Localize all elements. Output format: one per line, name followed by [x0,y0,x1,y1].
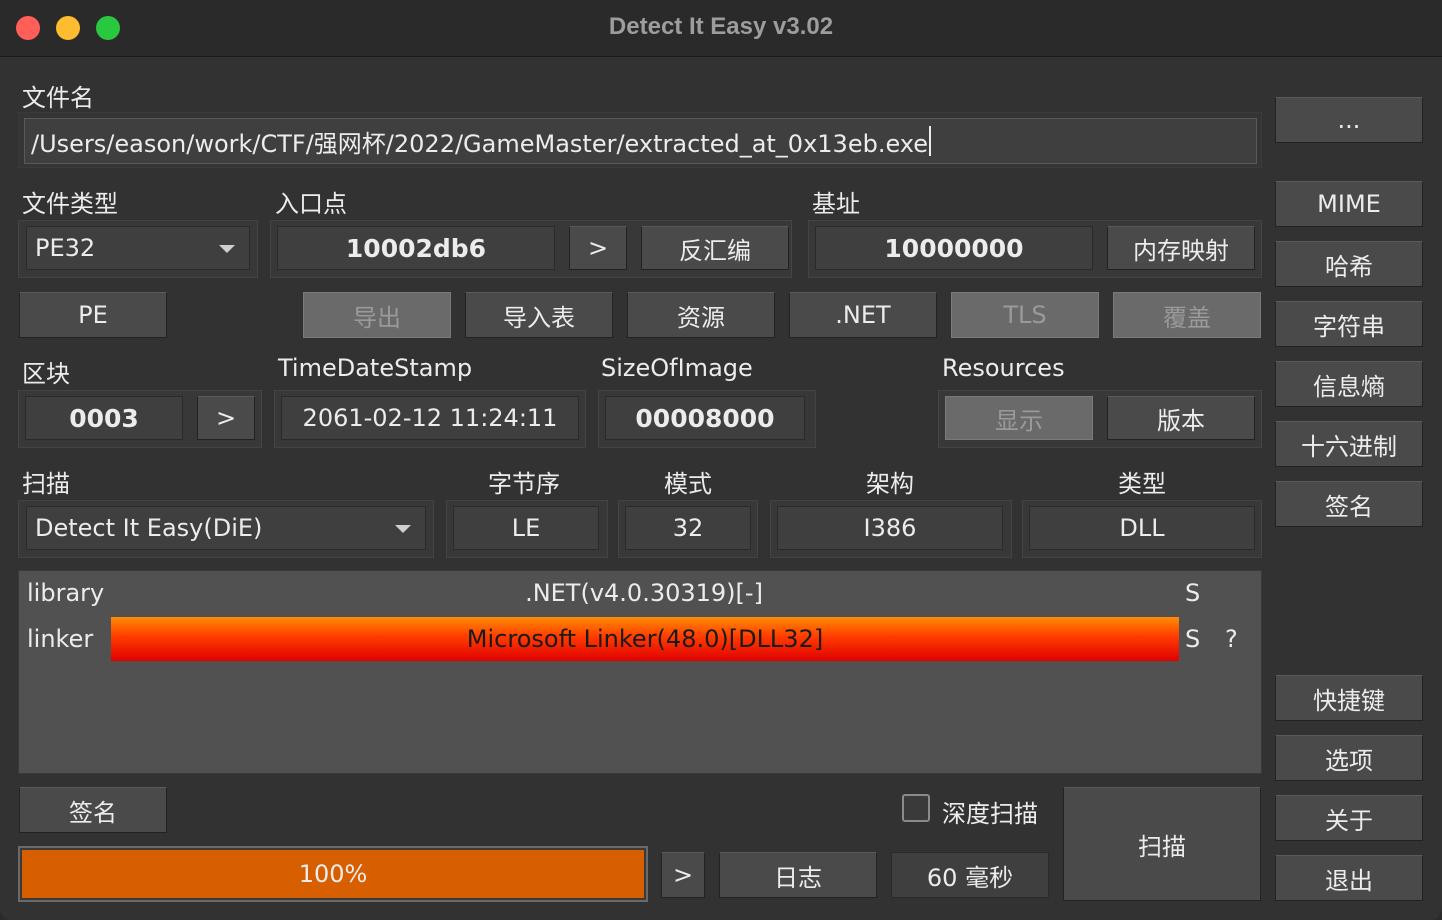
mime-button[interactable]: MIME [1275,181,1423,227]
file-name-label: 文件名 [22,84,94,112]
section-go-button[interactable]: > [197,396,255,440]
export-button[interactable]: 导出 [303,292,451,338]
elapsed-time: 60 毫秒 [891,852,1049,898]
endianness-label: 字节序 [488,470,560,498]
scan-engine-value: Detect It Easy(DiE) [35,514,263,542]
deep-scan-label[interactable]: 深度扫描 [942,794,1038,829]
section-label: 区块 [22,360,70,388]
progress-bar: 100% [18,846,648,902]
text-caret [929,126,932,156]
type-label: 类型 [1118,470,1166,498]
architecture-label: 架构 [866,470,914,498]
file-type-label: 文件类型 [22,190,118,218]
options-button[interactable]: 选项 [1275,735,1423,781]
timedatestamp-value[interactable]: 2061-02-12 11:24:11 [281,396,579,440]
mode-label: 模式 [664,470,712,498]
chevron-down-icon [219,245,235,253]
shortcuts-button[interactable]: 快捷键 [1275,675,1423,721]
title-bar: Detect It Easy v3.02 [0,0,1442,57]
disassemble-button[interactable]: 反汇编 [641,226,789,270]
scan-button[interactable]: 扫描 [1063,787,1261,901]
scan-engine-select[interactable]: Detect It Easy(DiE) [26,506,426,550]
signatures-button[interactable]: 签名 [1275,481,1423,527]
sizeofimage-value[interactable]: 00008000 [605,396,805,440]
timedatestamp-label: TimeDateStamp [278,354,473,382]
chevron-down-icon [395,525,411,533]
entry-point-label: 入口点 [275,190,347,218]
scan-label: 扫描 [22,470,70,498]
mode-value[interactable]: 32 [625,506,751,550]
result-flag[interactable]: S [1185,625,1200,653]
progress-text: 100% [298,860,368,888]
result-name: .NET(v4.0.30319)[-] [525,579,763,607]
endianness-value[interactable]: LE [453,506,599,550]
file-path-text: /Users/eason/work/CTF/强网杯/2022/GameMaste… [31,129,929,158]
architecture-value[interactable]: I386 [777,506,1003,550]
entry-go-button[interactable]: > [569,226,627,270]
result-info-button[interactable]: ? [1225,625,1238,653]
memory-map-button[interactable]: 内存映射 [1107,226,1255,270]
resources-button[interactable]: 资源 [627,292,775,338]
result-flag[interactable]: S [1185,579,1200,607]
entropy-button[interactable]: 信息熵 [1275,361,1423,407]
about-button[interactable]: 关于 [1275,795,1423,841]
import-table-button[interactable]: 导入表 [465,292,613,338]
hash-button[interactable]: 哈希 [1275,241,1423,287]
section-value[interactable]: 0003 [25,396,183,440]
entry-point-value[interactable]: 10002db6 [277,226,555,270]
signature-button[interactable]: 签名 [19,787,167,833]
strings-button[interactable]: 字符串 [1275,301,1423,347]
pe-button[interactable]: PE [19,292,167,338]
base-address-value[interactable]: 10000000 [815,226,1093,270]
sizeofimage-label: SizeOfImage [601,354,753,382]
resources-label: Resources [942,354,1065,382]
overlay-button[interactable]: 覆盖 [1113,292,1261,338]
hex-button[interactable]: 十六进制 [1275,421,1423,467]
window-title: Detect It Easy v3.02 [608,13,834,40]
app-window: Detect It Easy v3.02 文件名 /Users/eason/wo… [0,0,1442,920]
base-address-label: 基址 [812,190,860,218]
deep-scan-checkbox[interactable] [902,794,930,822]
tls-button[interactable]: TLS [951,292,1099,338]
file-type-select[interactable]: PE32 [26,226,250,270]
progress-go-button[interactable]: > [661,852,705,898]
result-highlight-bar: Microsoft Linker(48.0)[DLL32] [111,617,1179,661]
file-path-input[interactable]: /Users/eason/work/CTF/强网杯/2022/GameMaste… [24,118,1257,164]
scan-results-panel[interactable]: library .NET(v4.0.30319)[-] S linker Mic… [18,570,1262,774]
result-name: Microsoft Linker(48.0)[DLL32] [466,625,824,653]
log-button[interactable]: 日志 [719,852,877,898]
result-kind: linker [27,625,94,653]
browse-button[interactable]: ... [1275,97,1423,143]
exit-button[interactable]: 退出 [1275,855,1423,901]
dotnet-button[interactable]: .NET [789,292,937,338]
file-type-value: PE32 [35,234,96,262]
version-button[interactable]: 版本 [1107,396,1255,440]
resources-show-button[interactable]: 显示 [945,396,1093,440]
type-value[interactable]: DLL [1029,506,1255,550]
